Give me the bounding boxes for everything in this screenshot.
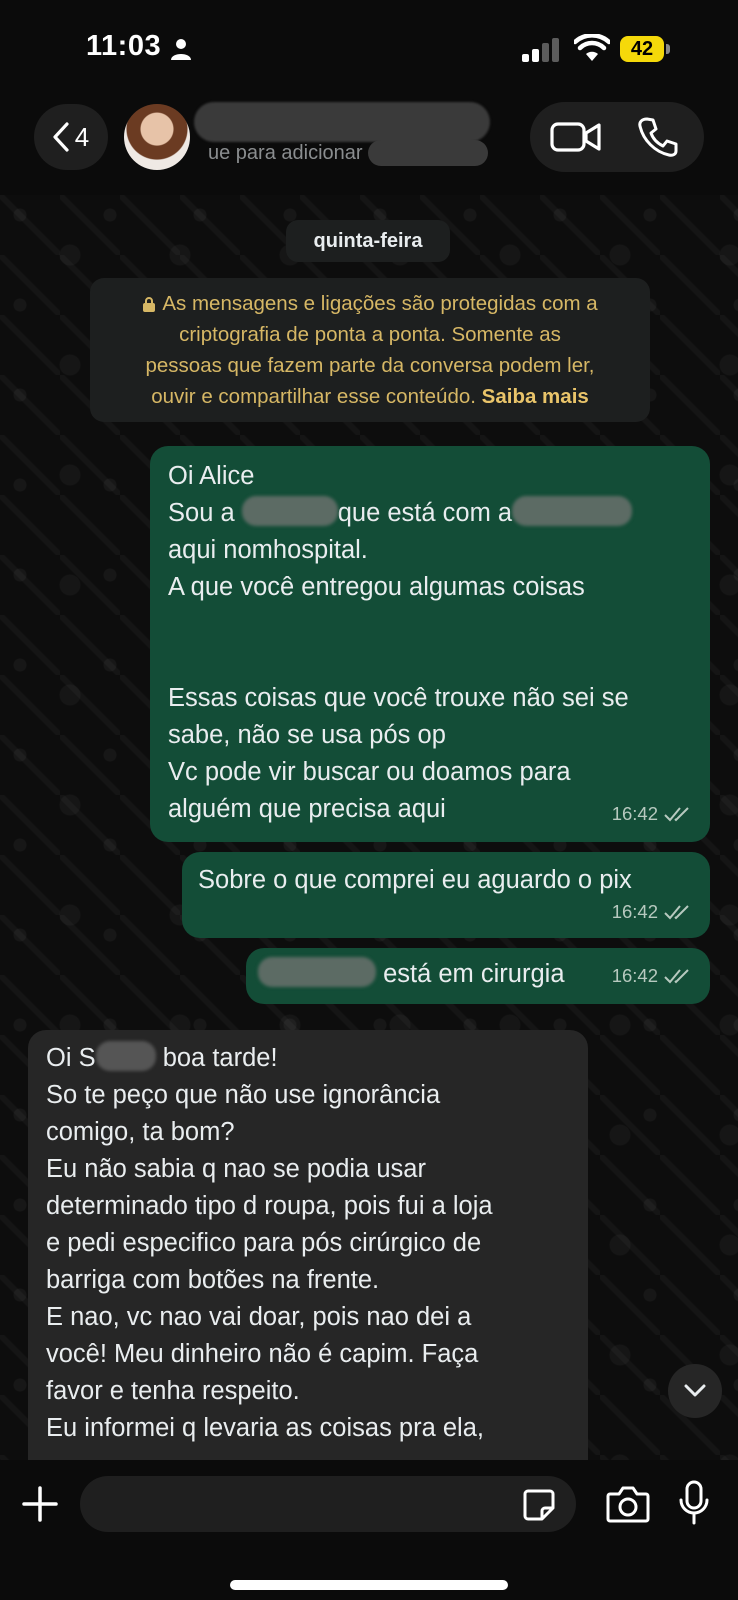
chevron-down-icon [684, 1384, 706, 1397]
message-time: 16:42 [611, 803, 658, 824]
camera-icon[interactable] [606, 1484, 650, 1524]
back-button[interactable]: 4 [34, 104, 108, 170]
message-line: comigo, ta bom? [46, 1118, 235, 1146]
message-line [168, 606, 692, 643]
contact-info[interactable]: ue para adicionar aos contatos [194, 102, 510, 168]
double-check-icon [664, 806, 689, 821]
message-line: So te peço que não use ignorância [46, 1081, 441, 1109]
double-check-icon [664, 904, 689, 919]
redacted-name [258, 957, 376, 987]
message-line: que está com a [337, 499, 513, 527]
message-time: 16:42 [611, 901, 658, 922]
message-bubble-outgoing[interactable]: está em cirurgia 16:42 [246, 948, 710, 1004]
message-line: favor e tenha respeito. [46, 1377, 300, 1405]
person-icon [171, 39, 191, 60]
home-indicator [230, 1580, 508, 1590]
phone-call-icon[interactable] [638, 116, 678, 158]
microphone-icon[interactable] [678, 1480, 710, 1526]
message-bubble-incoming[interactable]: Oi S boa tarde! So te peço que não use i… [28, 1030, 588, 1460]
message-line: Eu não sabia q nao se podia usar [46, 1155, 426, 1183]
redacted-name [512, 496, 633, 526]
message-line: E nao, vc nao vai doar, pois nao dei a [46, 1303, 472, 1331]
message-line: e pedi especifico para pós cirúrgico de [46, 1229, 482, 1257]
battery-indicator: 42 [620, 36, 672, 64]
unread-count: 4 [74, 121, 90, 152]
date-separator: quinta-feira [286, 220, 450, 262]
status-time: 11:03 [86, 30, 162, 62]
double-check-icon [664, 968, 689, 983]
message-line: Essas coisas que você trouxe não sei se [168, 684, 629, 712]
contact-name-redaction [194, 102, 490, 142]
message-line [168, 643, 692, 680]
wifi-icon [574, 34, 610, 61]
message-input[interactable] [100, 1486, 494, 1524]
message-line: barriga com botões na frente. [46, 1266, 380, 1294]
encryption-notice[interactable]: As mensagens e ligações são protegidas c… [90, 278, 650, 422]
message-line: aqui nomhospital. [168, 536, 368, 564]
chat-header: 4 ue para adicionar aos contatos [0, 100, 738, 195]
message-line: Sou a [168, 499, 235, 527]
call-actions [530, 102, 704, 172]
status-bar: 11:03 42 [0, 0, 738, 100]
message-composer [0, 1460, 738, 1600]
message-meta: 16:42 [612, 957, 692, 994]
message-line: Eu informei q levaria as coisas pra ela, [46, 1414, 484, 1442]
battery-percent: 42 [630, 38, 654, 60]
plus-icon[interactable] [20, 1484, 60, 1524]
message-line: você! Meu dinheiro não é capim. Faça [46, 1340, 479, 1368]
message-input-wrapper[interactable] [80, 1476, 576, 1532]
redacted-name [95, 1041, 156, 1071]
message-line: Oi Alice [168, 462, 255, 490]
signal-icon [522, 38, 559, 62]
subtitle-redaction [368, 140, 488, 166]
video-call-icon[interactable] [550, 117, 602, 157]
message-line: determinado tipo d roupa, pois fui a loj… [46, 1192, 493, 1220]
message-bubble-outgoing[interactable]: Oi Alice Sou a que está com a aqui nomho… [150, 446, 710, 842]
scroll-to-bottom-button[interactable] [668, 1364, 722, 1418]
message-line: sabe, não se usa pós op [168, 721, 446, 749]
lock-icon [143, 297, 156, 312]
message-line: Oi S [46, 1044, 96, 1072]
message-line: A que você entregou algumas coisas [168, 573, 585, 601]
sticker-icon[interactable] [522, 1488, 556, 1522]
notice-line: As mensagens e ligações são protegidas c… [162, 292, 598, 315]
message-meta: 16:42 [612, 893, 692, 930]
notice-line: pessoas que fazem parte da conversa pode… [145, 354, 595, 377]
message-bubble-outgoing[interactable]: Sobre o que comprei eu aguardo o pix 16:… [182, 852, 710, 938]
message-meta: 16:42 [612, 795, 692, 832]
notice-line: ouvir e compartilhar esse conteúdo. [151, 385, 476, 408]
message-line: está em cirurgia [383, 960, 565, 988]
avatar[interactable] [124, 104, 190, 170]
back-chevron-icon [53, 122, 69, 152]
learn-more-link[interactable]: Saiba mais [482, 385, 589, 408]
message-line: boa tarde! [162, 1044, 278, 1072]
redacted-name [241, 496, 338, 526]
notice-line: criptografia de ponta a ponta. Somente a… [179, 323, 561, 346]
message-time: 16:42 [611, 965, 658, 986]
message-line: Vc pode vir buscar ou doamos para [168, 758, 571, 786]
